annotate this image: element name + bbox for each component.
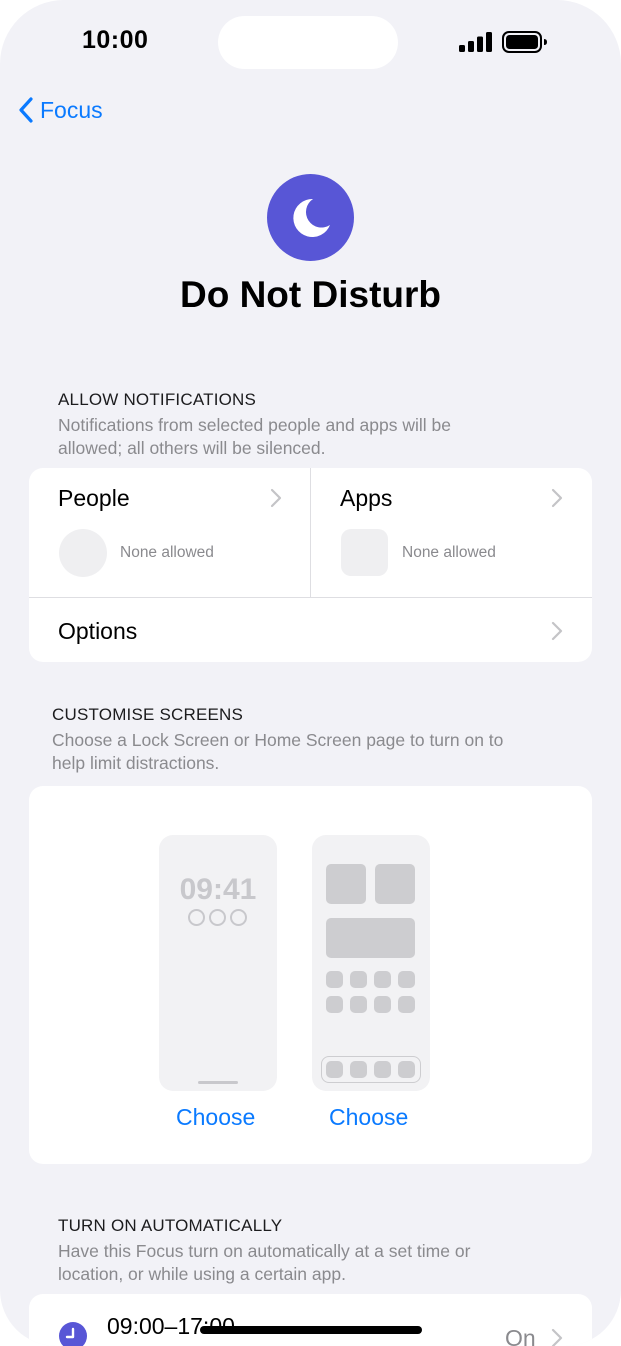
allow-notifications-description-2: allowed; all others will be silenced. xyxy=(58,438,326,458)
allow-notifications-description-1: Notifications from selected people and a… xyxy=(58,415,451,435)
people-status: None allowed xyxy=(120,544,214,561)
dock xyxy=(321,1056,421,1083)
apps-status: None allowed xyxy=(402,544,496,561)
chevron-right-icon xyxy=(551,621,563,641)
dock-app-tile xyxy=(374,1061,391,1078)
turn-on-automatically-description-2: location, or while using a certain app. xyxy=(58,1264,346,1284)
dock-app-tile xyxy=(326,1061,343,1078)
people-avatar-placeholder xyxy=(59,529,107,577)
options-row[interactable]: Options xyxy=(29,598,592,662)
page-title: Do Not Disturb xyxy=(179,274,442,315)
allow-notifications-header: ALLOW NOTIFICATIONS xyxy=(58,390,257,409)
chevron-left-icon xyxy=(19,97,33,123)
schedule-row[interactable]: 09:00–17:00 On xyxy=(29,1294,592,1346)
dock-app-tile xyxy=(350,1061,367,1078)
app-tile xyxy=(350,971,367,988)
widget-circle-icon xyxy=(188,909,205,926)
customise-screens-header: CUSTOMISE SCREENS xyxy=(52,705,244,724)
automation-card: 09:00–17:00 On xyxy=(29,1294,592,1346)
dynamic-island xyxy=(218,16,398,69)
customise-screens-description-2: help limit distractions. xyxy=(52,753,220,773)
people-cell[interactable]: People None allowed xyxy=(29,468,310,597)
widget-circle-icon xyxy=(209,909,226,926)
app-tile xyxy=(374,971,391,988)
app-tile xyxy=(350,996,367,1013)
phone-screen: 10:00 Focus Do Not Disturb ALLOW NOTIFIC… xyxy=(0,0,621,1346)
lock-preview-home-bar xyxy=(198,1081,238,1084)
turn-on-automatically-description-1: Have this Focus turn on automatically at… xyxy=(58,1241,471,1261)
choose-lock-screen-button[interactable]: Choose xyxy=(176,1104,255,1131)
widget-tile xyxy=(326,918,415,958)
widget-tile xyxy=(375,864,415,904)
status-time: 10:00 xyxy=(82,26,149,54)
allow-notifications-card: People None allowed Apps None allowed Op… xyxy=(29,468,592,662)
back-label: Focus xyxy=(40,96,103,123)
turn-on-automatically-header: TURN ON AUTOMATICALLY xyxy=(58,1216,283,1235)
focus-badge xyxy=(267,174,354,261)
home-indicator[interactable] xyxy=(200,1326,422,1334)
app-icon-placeholder xyxy=(341,529,388,576)
lock-preview-time: 09:41 xyxy=(179,873,257,906)
customise-screens-description-1: Choose a Lock Screen or Home Screen page… xyxy=(52,730,504,750)
back-button[interactable]: Focus xyxy=(18,94,103,126)
cellular-signal-icon xyxy=(459,32,492,52)
app-tile xyxy=(326,996,343,1013)
app-tile xyxy=(398,996,415,1013)
choose-home-screen-button[interactable]: Choose xyxy=(329,1104,408,1131)
clock-icon xyxy=(59,1322,87,1346)
apps-cell[interactable]: Apps None allowed xyxy=(311,468,592,597)
options-label: Options xyxy=(58,618,138,644)
customise-screens-card: 09:41 Choose Choose xyxy=(29,786,592,1164)
lock-screen-preview[interactable]: 09:41 xyxy=(159,835,277,1091)
battery-icon xyxy=(502,31,547,53)
home-screen-preview[interactable] xyxy=(312,835,430,1091)
widget-circle-icon xyxy=(230,909,247,926)
dock-app-tile xyxy=(398,1061,415,1078)
people-label: People xyxy=(58,485,130,511)
moon-icon xyxy=(292,198,330,237)
app-tile xyxy=(398,971,415,988)
widget-tile xyxy=(326,864,366,904)
chevron-right-icon xyxy=(551,488,563,508)
app-tile xyxy=(374,996,391,1013)
schedule-state: On xyxy=(505,1325,536,1346)
chevron-right-icon xyxy=(551,1328,563,1346)
chevron-right-icon xyxy=(270,488,282,508)
apps-label: Apps xyxy=(340,485,393,511)
app-tile xyxy=(326,971,343,988)
